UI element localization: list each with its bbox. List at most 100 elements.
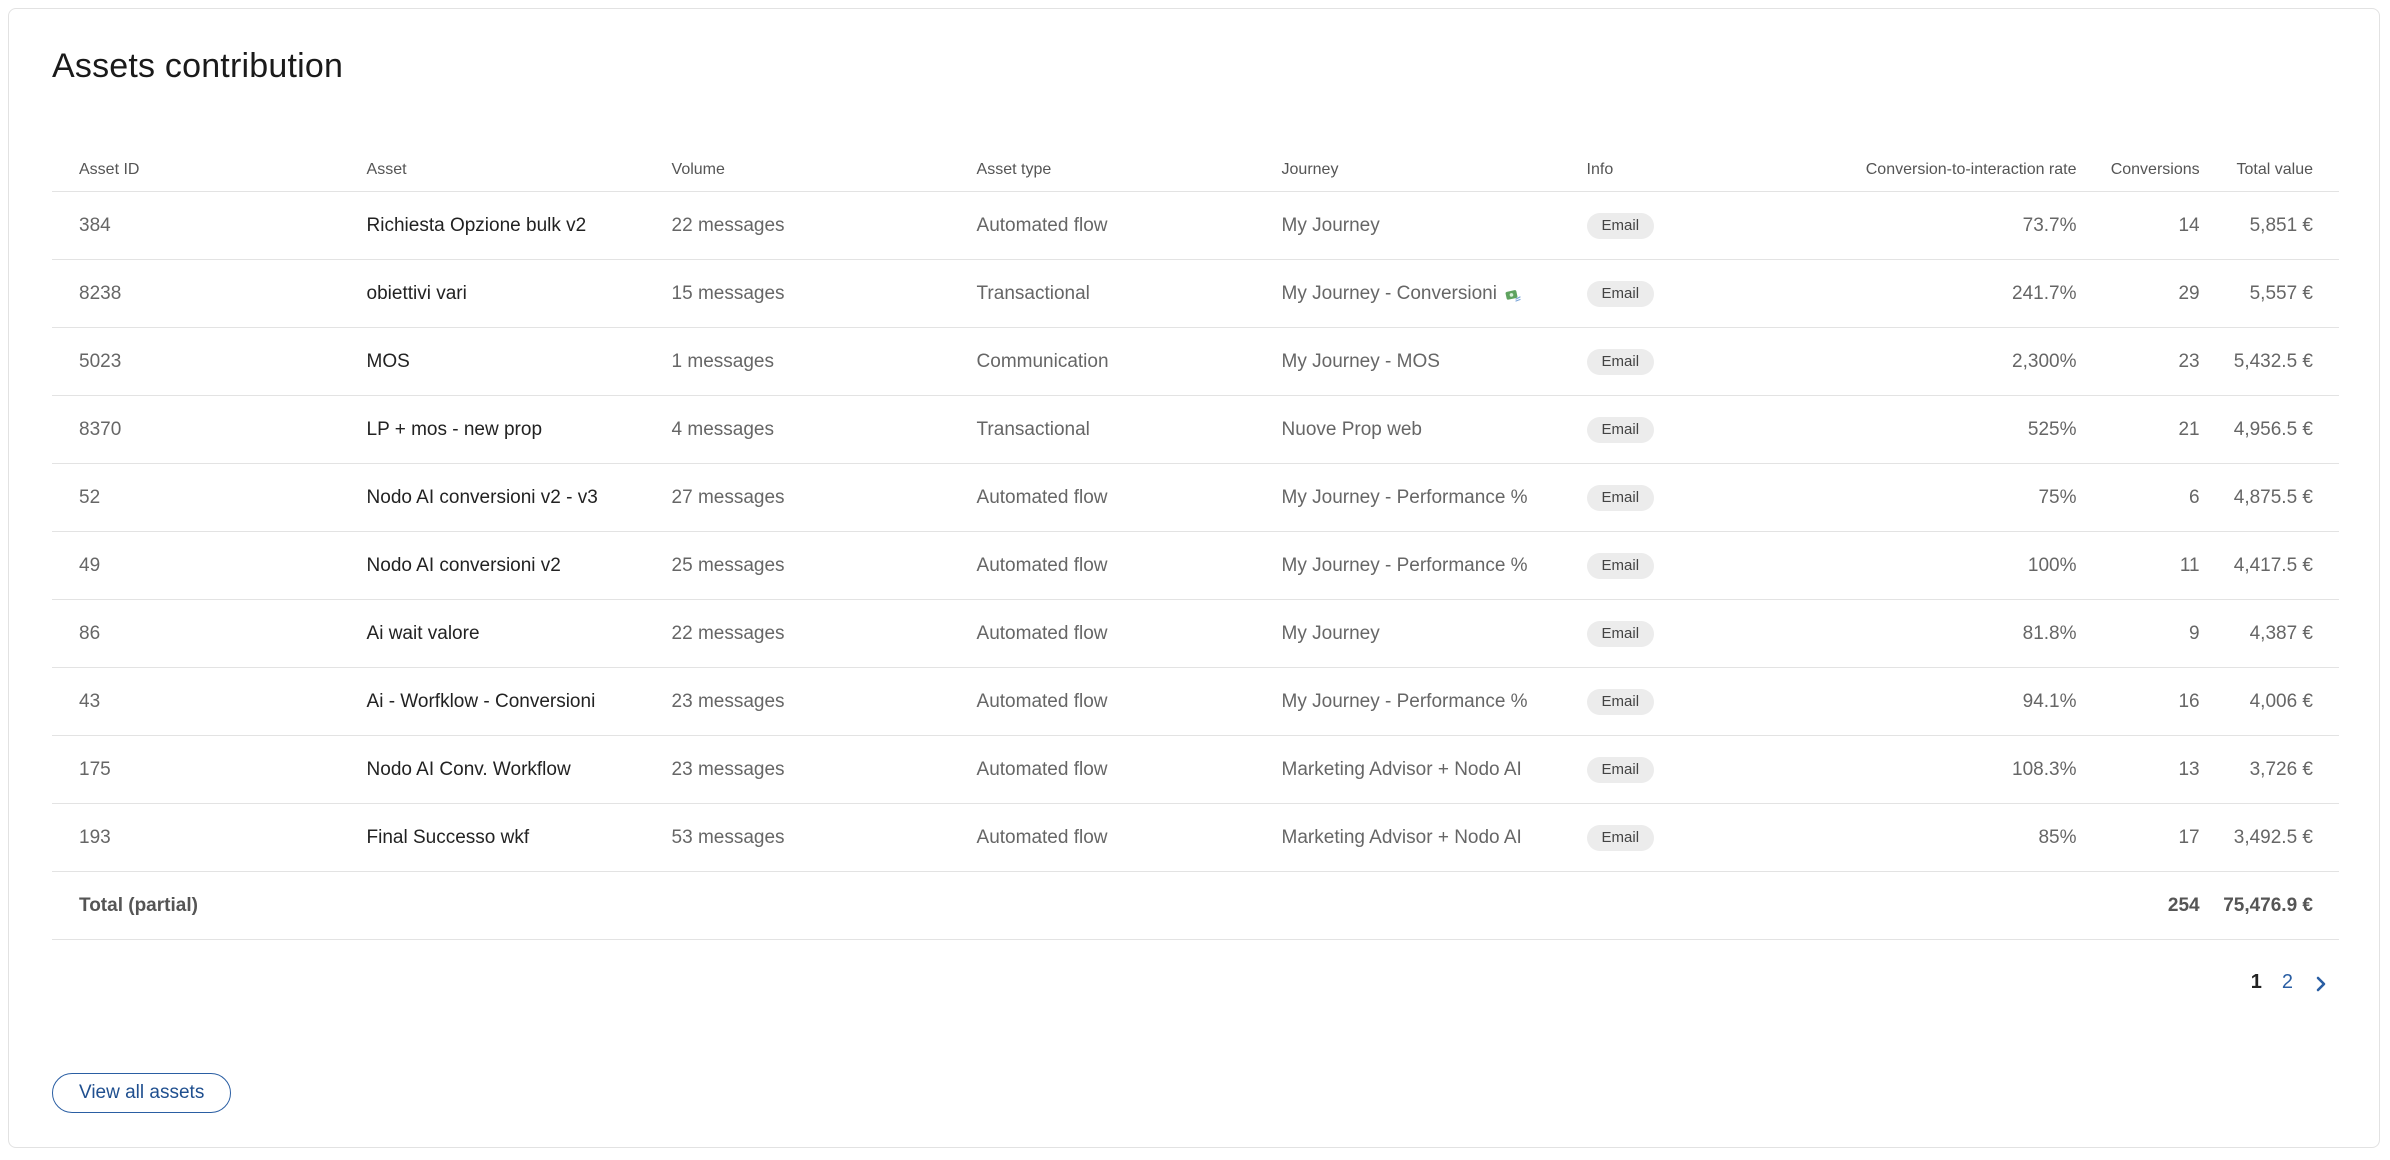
cell-conversions: 11 [2092, 531, 2212, 600]
cell-rate: 241.7% [1750, 259, 2093, 328]
cell-rate: 73.7% [1750, 191, 2093, 260]
total-empty-cell [949, 871, 1255, 940]
cell-journey: My Journey [1254, 191, 1560, 260]
cell-volume: 23 messages [644, 667, 950, 736]
column-header-asset-id[interactable]: Asset ID [52, 149, 340, 192]
table-row[interactable]: 384 Richiesta Opzione bulk v2 22 messages A… [52, 191, 2339, 260]
column-header-info[interactable]: Info [1559, 149, 1751, 192]
cell-conversions: 16 [2092, 667, 2212, 736]
total-value: 75,476.9 € [2211, 871, 2339, 940]
column-header-volume[interactable]: Volume [644, 149, 950, 192]
cell-asset-name: LP + mos - new prop [339, 395, 645, 464]
channel-badge: Email [1586, 688, 1655, 715]
cell-total-value: 4,006 € [2211, 667, 2339, 736]
page-2[interactable]: 2 [2282, 971, 2293, 994]
column-header-journey[interactable]: Journey [1254, 149, 1560, 192]
cell-asset-type: Automated flow [949, 599, 1255, 668]
table-row[interactable]: 5023 MOS 1 messages Communication My Journey… [52, 327, 2339, 396]
cell-journey: My Journey - Conversioni [1254, 259, 1560, 328]
cell-rate: 81.8% [1750, 599, 2093, 668]
cell-volume: 23 messages [644, 735, 950, 804]
total-row: Total (partial) 254 75,476.9 € [52, 871, 2339, 940]
journey-name: My Journey - Performance % [1281, 690, 1528, 712]
chevron-right-icon[interactable] [2313, 975, 2329, 991]
cell-asset-name: Ai - Worfklow - Conversioni [339, 667, 645, 736]
cell-asset-id: 8370 [52, 395, 340, 464]
cell-asset-type: Automated flow [949, 463, 1255, 532]
channel-badge: Email [1586, 348, 1655, 375]
cell-volume: 53 messages [644, 803, 950, 872]
cell-volume: 25 messages [644, 531, 950, 600]
cell-total-value: 5,432.5 € [2211, 327, 2339, 396]
chevron-right-glyph [2316, 976, 2326, 991]
table-row[interactable]: 193 Final Successo wkf 53 messages Automate… [52, 803, 2339, 872]
page-1[interactable]: 1 [2251, 971, 2262, 994]
table-row[interactable]: 52 Nodo AI conversioni v2 - v3 27 messages… [52, 463, 2339, 532]
column-header-asset[interactable]: Asset [339, 149, 645, 192]
cell-asset-id: 49 [52, 531, 340, 600]
channel-badge: Email [1586, 620, 1655, 647]
journey-name: My Journey - Performance % [1281, 486, 1528, 508]
total-conversions: 254 [2092, 871, 2212, 940]
table-row[interactable]: 49 Nodo AI conversioni v2 25 messages Autom… [52, 531, 2339, 600]
column-header-asset-type[interactable]: Asset type [949, 149, 1255, 192]
cell-rate: 94.1% [1750, 667, 2093, 736]
cell-journey: Nuove Prop web [1254, 395, 1560, 464]
table-row[interactable]: 8370 LP + mos - new prop 4 messages Transac… [52, 395, 2339, 464]
cell-journey: My Journey - Performance % [1254, 463, 1560, 532]
cell-asset-name: Nodo AI Conv. Workflow [339, 735, 645, 804]
total-empty-cell [1254, 871, 1560, 940]
view-all-assets-button[interactable]: View all assets [52, 1073, 232, 1113]
cell-asset-id: 43 [52, 667, 340, 736]
cell-rate: 85% [1750, 803, 2093, 872]
cell-asset-type: Transactional [949, 259, 1255, 328]
total-label: Total (partial) [52, 871, 340, 940]
cell-info: Email [1559, 463, 1751, 532]
journey-name: Marketing Advisor + Nodo AI [1281, 826, 1522, 848]
cell-asset-name: Richiesta Opzione bulk v2 [339, 191, 645, 260]
table-row[interactable]: 43 Ai - Worfklow - Conversioni 23 messages… [52, 667, 2339, 736]
cell-rate: 75% [1750, 463, 2093, 532]
cell-rate: 525% [1750, 395, 2093, 464]
cell-conversions: 17 [2092, 803, 2212, 872]
cell-asset-id: 175 [52, 735, 340, 804]
table-row[interactable]: 86 Ai wait valore 22 messages Automated flo… [52, 599, 2339, 668]
assets-table: Asset ID Asset Volume Asset type Journey… [52, 149, 2339, 940]
table-row[interactable]: 8238 obiettivi vari 15 messages Transaction… [52, 259, 2339, 328]
cell-info: Email [1559, 803, 1751, 872]
cell-info: Email [1559, 531, 1751, 600]
cell-journey: My Journey - MOS [1254, 327, 1560, 396]
journey-name: Nuove Prop web [1281, 418, 1422, 440]
cell-volume: 27 messages [644, 463, 950, 532]
column-header-rate[interactable]: Conversion-to-interaction rate [1750, 149, 2093, 192]
cell-asset-name: Nodo AI conversioni v2 [339, 531, 645, 600]
channel-badge: Email [1586, 756, 1655, 783]
cell-asset-id: 52 [52, 463, 340, 532]
column-header-conversions[interactable]: Conversions [2092, 149, 2212, 192]
column-header-total-value[interactable]: Total value [2211, 149, 2339, 192]
channel-badge: Email [1586, 280, 1655, 307]
cell-journey: My Journey - Performance % [1254, 667, 1560, 736]
channel-badge: Email [1586, 212, 1655, 239]
cell-info: Email [1559, 191, 1751, 260]
channel-badge: Email [1586, 552, 1655, 579]
cell-asset-id: 5023 [52, 327, 340, 396]
total-empty-cell [1559, 871, 1751, 940]
cell-total-value: 4,875.5 € [2211, 463, 2339, 532]
cell-conversions: 29 [2092, 259, 2212, 328]
cell-volume: 22 messages [644, 599, 950, 668]
cell-conversions: 23 [2092, 327, 2212, 396]
cell-conversions: 9 [2092, 599, 2212, 668]
table-row[interactable]: 175 Nodo AI Conv. Workflow 23 messages Auto… [52, 735, 2339, 804]
cell-total-value: 5,851 € [2211, 191, 2339, 260]
cell-asset-name: Nodo AI conversioni v2 - v3 [339, 463, 645, 532]
cell-asset-type: Automated flow [949, 191, 1255, 260]
cell-asset-name: MOS [339, 327, 645, 396]
cell-asset-type: Automated flow [949, 667, 1255, 736]
cell-info: Email [1559, 395, 1751, 464]
journey-name: My Journey - Conversioni [1281, 282, 1497, 304]
cell-info: Email [1559, 735, 1751, 804]
cell-info: Email [1559, 327, 1751, 396]
cell-asset-id: 86 [52, 599, 340, 668]
cell-conversions: 21 [2092, 395, 2212, 464]
